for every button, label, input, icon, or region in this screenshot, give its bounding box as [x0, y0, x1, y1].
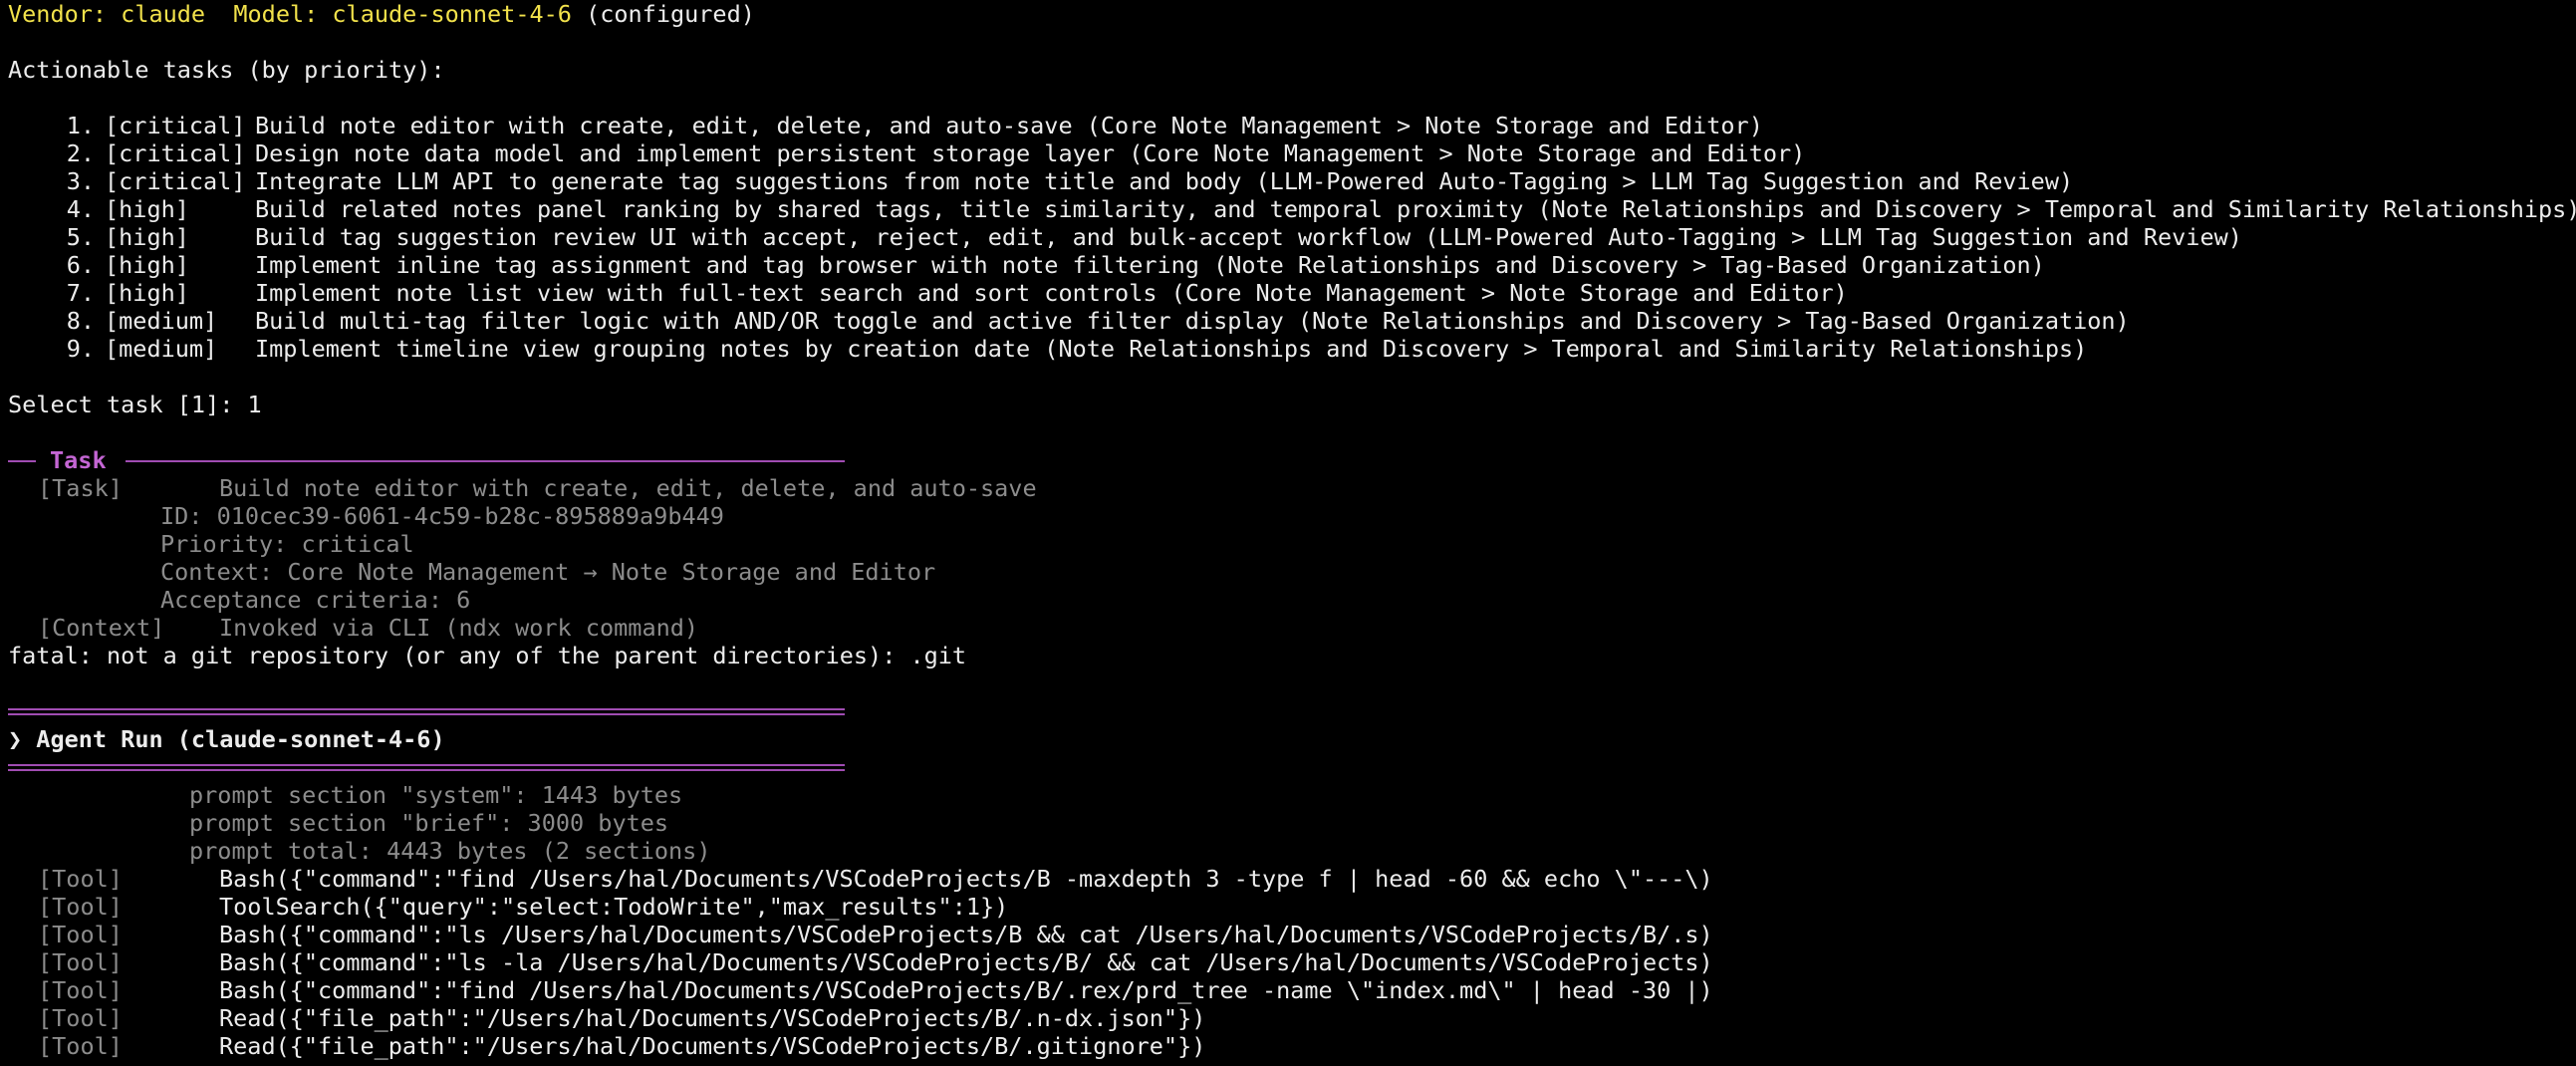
- fatal-error-line: fatal: not a git repository (or any of t…: [8, 642, 967, 669]
- configured-label: (configured): [571, 0, 755, 28]
- vendor-model-label: Vendor: claude Model: claude-sonnet-4-6: [8, 0, 572, 28]
- tool-call-line: [Tool] Bash({"command":"ls /Users/hal/Doc…: [8, 921, 2576, 948]
- tool-call-text: Bash({"command":"find /Users/hal/Documen…: [219, 865, 1713, 893]
- tool-tag: [Tool]: [38, 921, 123, 948]
- task-name: Build note editor with create, edit, del…: [219, 474, 1037, 502]
- prompt-info-line: prompt section "brief": 3000 bytes: [189, 809, 669, 837]
- task-number: 5.: [66, 223, 95, 251]
- task-list-item[interactable]: 3. [critical] Integrate LLM API to generat…: [8, 167, 2576, 195]
- tool-tag: [Tool]: [38, 948, 123, 976]
- actionable-heading: Actionable tasks (by priority):: [8, 56, 445, 84]
- task-text: Build related notes panel ranking by sha…: [255, 195, 2576, 223]
- tool-tag: [Tool]: [38, 865, 123, 893]
- tool-call-text: ToolSearch({"query":"select:TodoWrite","…: [219, 893, 1009, 921]
- tool-call-line: [Tool] ToolSearch({"query":"select:TodoWr…: [8, 893, 2576, 921]
- task-priority-detail: Priority: critical: [160, 530, 414, 558]
- task-context: Context: Core Note Management → Note Sto…: [160, 558, 936, 586]
- vendor-line: Vendor: claude Model: claude-sonnet-4-6 …: [8, 0, 2576, 28]
- tool-tag: [Tool]: [38, 893, 123, 921]
- tool-call-text: Read({"file_path":"/Users/hal/Documents/…: [219, 1004, 1206, 1032]
- task-section-title: Task: [50, 446, 107, 474]
- task-list-item[interactable]: 4. [high] Build related notes panel rankin…: [8, 195, 2576, 223]
- task-number: 8.: [66, 307, 95, 335]
- task-list-item[interactable]: 1. [critical] Build note editor with creat…: [8, 112, 2576, 139]
- header-rule: [8, 460, 36, 462]
- tool-call-line: [Tool] Bash({"command":"ls -la /Users/hal…: [8, 948, 2576, 976]
- task-text: Integrate LLM API to generate tag sugges…: [255, 167, 2074, 195]
- tool-call-line: [Tool] Bash({"command":"find /Users/hal/D…: [8, 976, 2576, 1004]
- task-priority: [high]: [105, 223, 189, 251]
- task-text: Design note data model and implement per…: [255, 139, 1806, 167]
- task-priority: [critical]: [105, 139, 246, 167]
- task-tag: [Task]: [38, 474, 123, 502]
- tool-call-text: Bash({"command":"ls -la /Users/hal/Docum…: [219, 948, 1713, 976]
- task-priority: [high]: [105, 279, 189, 307]
- task-number: 4.: [66, 195, 95, 223]
- task-text: Build note editor with create, edit, del…: [255, 112, 1763, 139]
- task-text: Build multi-tag filter logic with AND/OR…: [255, 307, 2130, 335]
- header-rule: [126, 460, 845, 462]
- context-line: [Context] Invoked via CLI (ndx work comma…: [8, 614, 2576, 642]
- agent-run-title: ❯ Agent Run (claude-sonnet-4-6): [8, 725, 445, 753]
- task-text: Implement inline tag assignment and tag …: [255, 251, 2045, 279]
- task-priority: [critical]: [105, 112, 246, 139]
- tool-tag: [Tool]: [38, 1032, 123, 1060]
- tool-tag: [Tool]: [38, 976, 123, 1004]
- task-priority: [high]: [105, 251, 189, 279]
- task-list-item[interactable]: 2. [critical] Design note data model and i…: [8, 139, 2576, 167]
- context-tag: [Context]: [38, 614, 165, 642]
- tool-tag: [Tool]: [38, 1004, 123, 1032]
- prompt-info-line: prompt section "system": 1443 bytes: [189, 781, 683, 809]
- tool-call-text: Bash({"command":"ls /Users/hal/Documents…: [219, 921, 1713, 948]
- agent-run-bottom-rule: [8, 753, 845, 781]
- terminal[interactable]: Vendor: claude Model: claude-sonnet-4-6 …: [8, 0, 2576, 1066]
- task-list-item[interactable]: 7. [high] Implement note list view with fu…: [8, 279, 2576, 307]
- task-acceptance: Acceptance criteria: 6: [160, 586, 471, 614]
- tool-call-text: Bash({"command":"find /Users/hal/Documen…: [219, 976, 1713, 1004]
- task-number: 3.: [66, 167, 95, 195]
- task-number: 6.: [66, 251, 95, 279]
- task-number: 1.: [66, 112, 95, 139]
- task-number: 9.: [66, 335, 95, 363]
- tool-call-line: [Tool] Read({"file_path":"/Users/hal/Docu…: [8, 1004, 2576, 1032]
- task-priority: [medium]: [105, 307, 218, 335]
- prompt-info-line: prompt total: 4443 bytes (2 sections): [189, 837, 711, 865]
- task-list-item[interactable]: 5. [high] Build tag suggestion review UI w…: [8, 223, 2576, 251]
- task-detail-line: [Task] Build note editor with create, edi…: [8, 474, 2576, 502]
- select-task-prompt[interactable]: Select task [1]: 1: [8, 391, 2576, 418]
- task-list-item[interactable]: 9. [medium] Implement timeline view groupi…: [8, 335, 2576, 363]
- task-number: 2.: [66, 139, 95, 167]
- task-number: 7.: [66, 279, 95, 307]
- task-id: ID: 010cec39-6061-4c59-b28c-895889a9b449: [160, 502, 724, 530]
- agent-run-top-rule: [8, 697, 845, 725]
- task-list-item[interactable]: 8. [medium] Build multi-tag filter logic w…: [8, 307, 2576, 335]
- task-text: Build tag suggestion review UI with acce…: [255, 223, 2242, 251]
- tool-call-line: [Tool] Bash({"command":"find /Users/hal/D…: [8, 865, 2576, 893]
- task-priority: [critical]: [105, 167, 246, 195]
- task-list: 1. [critical] Build note editor with creat…: [8, 112, 2576, 363]
- task-text: Implement timeline view grouping notes b…: [255, 335, 2088, 363]
- context-text: Invoked via CLI (ndx work command): [219, 614, 699, 642]
- task-section-header: Task: [8, 446, 845, 474]
- tool-call-text: Read({"file_path":"/Users/hal/Documents/…: [219, 1032, 1206, 1060]
- task-text: Implement note list view with full-text …: [255, 279, 1848, 307]
- task-priority: [medium]: [105, 335, 218, 363]
- tool-call-line: [Tool] Read({"file_path":"/Users/hal/Docu…: [8, 1032, 2576, 1060]
- task-list-item[interactable]: 6. [high] Implement inline tag assignment …: [8, 251, 2576, 279]
- task-priority: [high]: [105, 195, 189, 223]
